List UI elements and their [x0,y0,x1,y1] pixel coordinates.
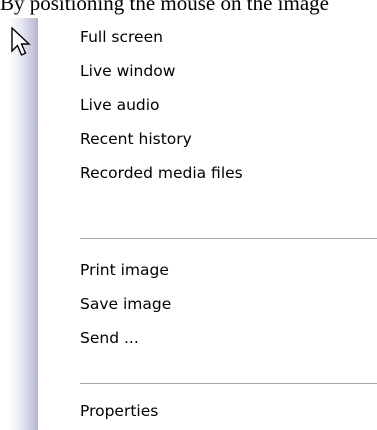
menu-item-label: Properties [80,402,159,420]
menu-gutter [10,18,38,430]
menu-item-live-audio[interactable]: Live audio [38,88,377,122]
menu-item-label: Live audio [80,96,160,114]
menu-separator [80,238,377,239]
menu-item-label: Save image [80,295,172,313]
context-menu: Full screen Live window Live audio Recen… [10,18,377,430]
menu-item-label: Send ... [80,329,139,347]
menu-item-label: Recent history [80,130,192,148]
menu-item-recorded-media-files[interactable]: Recorded media files [38,156,377,190]
menu-separator [80,383,377,384]
menu-item-send[interactable]: Send ... [38,321,377,355]
menu-item-properties[interactable]: Properties [38,394,377,428]
menu-item-full-screen[interactable]: Full screen [38,20,377,54]
menu-item-label: Live window [80,62,176,80]
menu-item-label: Full screen [80,28,163,46]
menu-item-save-image[interactable]: Save image [38,287,377,321]
menu-item-recent-history[interactable]: Recent history [38,122,377,156]
menu-item-label: Print image [80,261,169,279]
intro-text: By positioning the mouse on the image [0,0,329,15]
menu-item-print-image[interactable]: Print image [38,253,377,287]
menu-item-label: Recorded media files [80,164,243,182]
menu-item-live-window[interactable]: Live window [38,54,377,88]
mouse-pointer-icon [11,27,31,56]
